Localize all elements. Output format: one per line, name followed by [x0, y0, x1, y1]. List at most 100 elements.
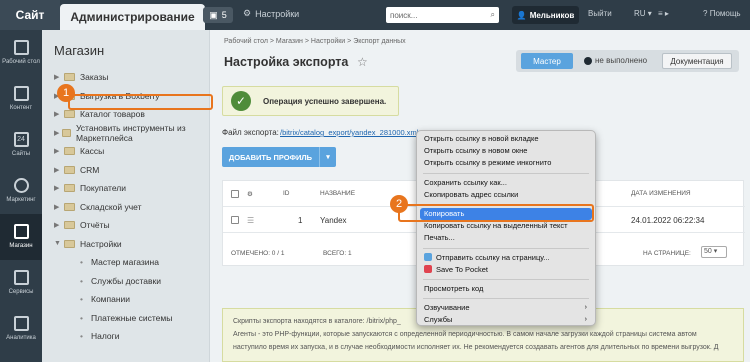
menu-item[interactable]: ▶ Отчёты — [42, 216, 209, 235]
chevron-right-icon[interactable]: ▶ — [54, 129, 62, 137]
exit-link[interactable]: Выйти — [588, 9, 612, 18]
selected-count: ОТМЕЧЕНО: 0 / 1 — [231, 250, 285, 257]
help-icon: ? — [703, 9, 708, 18]
star-icon[interactable]: ☆ — [357, 55, 368, 69]
menu-divider — [423, 298, 589, 300]
master-button[interactable]: Мастер — [521, 53, 573, 69]
menu-speech-label: Озвучивание — [424, 303, 470, 313]
submenu-item[interactable]: • Службы доставки — [42, 272, 209, 291]
site-tab[interactable]: Сайт — [0, 0, 60, 30]
lang-select[interactable]: RU ▾ — [634, 9, 652, 18]
menu-divider — [423, 172, 589, 174]
bullet-icon: • — [80, 312, 83, 323]
menu-item[interactable]: ▶ Складской учет — [42, 198, 209, 217]
chevron-right-icon[interactable]: ▶ — [54, 184, 64, 192]
nav-label: Магазин — [9, 243, 33, 249]
send-icon — [424, 252, 432, 261]
search-icon: ⌕ — [490, 10, 495, 19]
submenu-item[interactable]: • Мастер магазина — [42, 253, 209, 272]
folder-icon — [64, 184, 75, 193]
menu-divider — [423, 247, 589, 249]
menu-services[interactable]: Службы › — [417, 314, 595, 326]
add-profile-button[interactable]: ДОБАВИТЬ ПРОФИЛЬ ▾ — [222, 147, 336, 167]
menu-speech[interactable]: Озвучивание › — [417, 302, 595, 314]
row-id: 1 — [298, 216, 303, 225]
column-name[interactable]: НАЗВАНИЕ — [320, 190, 355, 197]
chevron-right-icon[interactable]: ▶ — [54, 203, 64, 211]
menu-item-label: CRM — [80, 164, 100, 175]
menu-item[interactable]: ▼ Настройки — [42, 235, 209, 254]
menu-copy-link-address[interactable]: Скопировать адрес ссылки — [417, 189, 595, 201]
bullet-icon: • — [80, 257, 83, 268]
menu-item[interactable]: ▶ Покупатели — [42, 179, 209, 198]
submenu-item-label: Налоги — [91, 331, 120, 342]
layers-icon — [13, 270, 29, 285]
per-page-label: НА СТРАНИЦЕ: — [643, 250, 691, 257]
menu-save-link[interactable]: Сохранить ссылку как... — [417, 177, 595, 189]
menu-inspect[interactable]: Просмотреть код — [417, 283, 595, 295]
lang-label: RU — [634, 9, 646, 18]
export-file-link[interactable]: /bitrix/catalog_export/yandex_281000.xml — [280, 128, 418, 137]
menu-item[interactable]: ▶ Кассы — [42, 142, 209, 161]
select-all-checkbox[interactable] — [231, 190, 239, 198]
row-checkbox[interactable] — [231, 216, 239, 224]
settings-link[interactable]: ⚙ Настройки — [243, 8, 299, 19]
nav-label: Сервисы — [8, 289, 34, 295]
menu-send-link[interactable]: Отправить ссылку на страницу... — [417, 252, 595, 264]
chevron-right-icon[interactable]: ▶ — [54, 166, 64, 174]
menu-open-incognito[interactable]: Открыть ссылку в режиме инкогнито — [417, 157, 595, 169]
nav-label: Маркетинг — [6, 197, 36, 203]
nav-sites[interactable]: 24 Сайты — [0, 122, 42, 168]
chevron-down-icon[interactable]: ▼ — [54, 240, 64, 247]
link-highlight — [68, 94, 213, 110]
gear-icon[interactable]: ⚙ — [247, 190, 253, 198]
breadcrumb[interactable]: Рабочий стол > Магазин > Настройки > Экс… — [224, 38, 406, 45]
chevron-down-icon[interactable]: ▾ — [319, 147, 336, 167]
nav-shop[interactable]: Магазин — [0, 214, 42, 260]
nav-services[interactable]: Сервисы — [0, 260, 42, 306]
menu-print[interactable]: Печать... — [417, 232, 595, 244]
calendar-icon: 24 — [13, 132, 29, 147]
pocket-icon — [424, 264, 432, 273]
documentation-button[interactable]: Документация — [662, 53, 732, 69]
total-count: ВСЕГО: 1 — [323, 250, 352, 257]
menu-item[interactable]: ▶ Установить инструменты из Маркетплейса — [42, 123, 209, 143]
per-page-select[interactable]: 50 ▾ — [701, 246, 727, 258]
nav-content[interactable]: Контент — [0, 76, 42, 122]
per-page-value: 50 — [704, 248, 712, 255]
menu-open-new-window[interactable]: Открыть ссылку в новом окне — [417, 145, 595, 157]
chevron-right-icon[interactable]: ▶ — [54, 147, 64, 155]
column-id[interactable]: ID — [283, 190, 290, 197]
menu-item[interactable]: ▶ CRM — [42, 161, 209, 180]
menu-save-pocket-label: Save To Pocket — [436, 264, 488, 274]
step-badge: 2 — [390, 195, 408, 213]
submenu-item[interactable]: • Налоги — [42, 327, 209, 346]
help-link[interactable]: ? Помощь — [703, 9, 741, 18]
menu-save-pocket[interactable]: Save To Pocket — [417, 264, 595, 276]
chevron-right-icon[interactable]: ▶ — [54, 221, 64, 229]
menu-icon[interactable]: ☰ — [247, 216, 254, 225]
admin-tab[interactable]: Администрирование — [60, 4, 205, 30]
column-date[interactable]: ДАТА ИЗМЕНЕНИЯ — [631, 190, 691, 197]
chevron-right-icon[interactable]: ▶ — [54, 110, 64, 118]
row-name[interactable]: Yandex — [320, 216, 347, 225]
nav-marketing[interactable]: Маркетинг — [0, 168, 42, 214]
search-input[interactable]: поиск... ⌕ — [386, 7, 499, 23]
status-indicator: не выполнено — [584, 56, 647, 65]
calendar-badge: 24 — [17, 136, 25, 143]
submenu-item[interactable]: • Компании — [42, 290, 209, 309]
submenu-item-label: Платежные системы — [91, 312, 173, 323]
submenu-item[interactable]: • Платежные системы — [42, 309, 209, 328]
tools-icon[interactable]: ≡ ▸ — [658, 9, 669, 18]
success-text: Операция успешно завершена. — [263, 96, 387, 106]
user-button[interactable]: 👤 Мельников — [512, 6, 579, 24]
notifications-button[interactable]: ▣ 5 — [203, 7, 233, 23]
nav-label: Аналитика — [6, 335, 36, 341]
menu-open-new-tab[interactable]: Открыть ссылку в новой вкладке — [417, 133, 595, 145]
nav-analytics[interactable]: Аналитика — [0, 306, 42, 352]
chart-icon — [13, 316, 29, 331]
copy-highlight — [398, 204, 594, 222]
nav-desktop[interactable]: Рабочий стол — [0, 30, 42, 76]
success-message: ✓ Операция успешно завершена. — [222, 86, 399, 116]
chevron-right-icon[interactable]: ▶ — [54, 73, 64, 81]
